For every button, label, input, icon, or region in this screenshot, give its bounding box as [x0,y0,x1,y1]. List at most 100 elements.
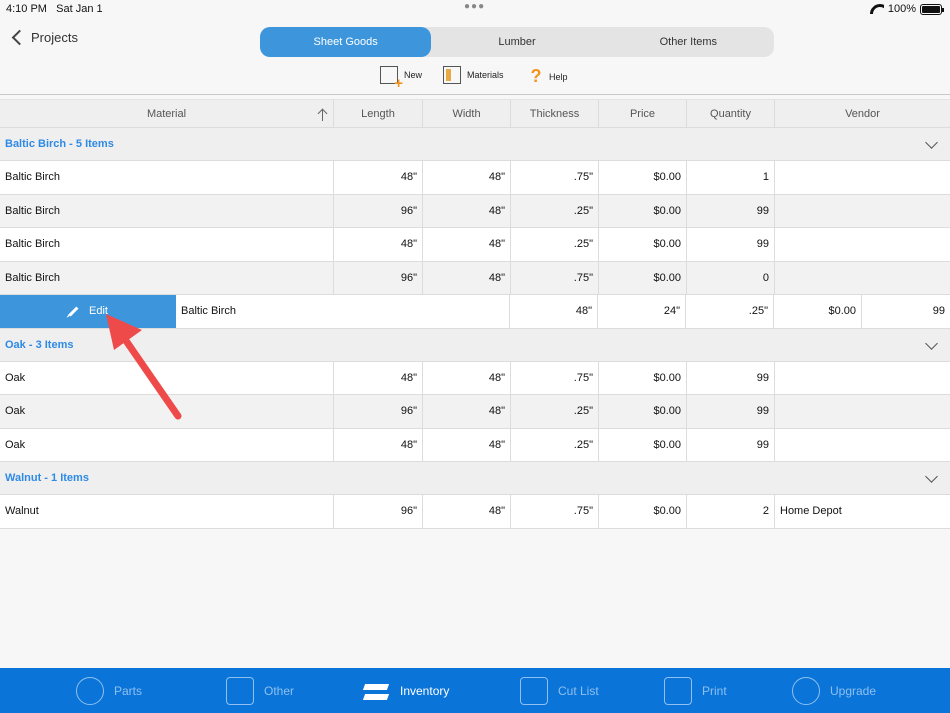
table-row[interactable]: Oak 96" 48" .25" $0.00 99 [0,395,950,429]
tape-measure-icon [76,676,104,705]
cell-length: 96" [334,395,423,428]
chevron-down-icon[interactable] [925,336,938,350]
column-header-material[interactable]: Material [0,100,334,127]
table-header: Material Length Width Thickness Price Qu… [0,99,950,128]
cell-width: 48" [423,395,511,428]
cell-vendor [775,262,950,295]
cut-list-icon [520,676,548,705]
cell-width: 48" [423,261,511,294]
bottom-tab-bar: Parts Other Inventory Cut List Print Upg… [0,668,950,713]
cell-thickness: .75" [511,261,599,294]
column-header-width[interactable]: Width [423,100,511,127]
chevron-down-icon[interactable] [925,136,938,149]
column-header-thickness[interactable]: Thickness [511,100,599,127]
cell-thickness: .25" [511,228,599,261]
back-button[interactable]: Projects [10,29,78,46]
tab-other[interactable]: Other [226,668,294,713]
cell-material: Oak [0,428,334,461]
cell-material: Baltic Birch [0,261,334,294]
table-row[interactable]: Baltic Birch 48" 48" .25" $0.00 99 [0,228,950,262]
tab-other-items[interactable]: Other Items [603,27,774,57]
column-header-vendor[interactable]: Vendor [775,100,950,127]
cell-price: $0.00 [599,261,687,294]
cell-length: 48" [334,428,423,461]
table-row[interactable]: Oak 48" 48" .25" $0.00 99 [0,428,950,462]
column-header-length[interactable]: Length [334,100,423,127]
cell-length: 48" [334,161,423,194]
table-row[interactable]: Baltic Birch 96" 48" .25" $0.00 99 [0,194,950,228]
materials-icon [443,66,461,84]
cell-price: $0.00 [599,428,687,461]
cell-material: Oak [0,395,334,428]
upgrade-arrow-icon [792,676,820,705]
chevron-left-icon [11,29,28,46]
group-header-walnut[interactable]: Walnut - 1 Items [0,462,950,495]
cell-quantity: 99 [687,194,775,227]
materials-button[interactable]: Materials [443,66,504,84]
cell-vendor [775,161,950,194]
cell-vendor [775,395,950,428]
tab-parts[interactable]: Parts [76,668,142,713]
inventory-table: Material Length Width Thickness Price Qu… [0,99,950,529]
cell-thickness: .75" [511,495,599,528]
cell-length: 48" [510,295,598,328]
cell-vendor [775,195,950,228]
table-row-swiped[interactable]: Edit Baltic Birch 48" 24" .25" $0.00 99 [0,295,950,329]
cell-price: $0.00 [599,161,687,194]
battery-percent: 100% [887,3,916,15]
column-header-quantity[interactable]: Quantity [687,100,775,127]
tab-print[interactable]: Print [664,668,727,713]
tab-inventory[interactable]: Inventory [362,668,449,713]
chevron-down-icon[interactable] [925,470,938,483]
tab-sheet-goods[interactable]: Sheet Goods [260,27,432,57]
cell-thickness: .25" [511,395,599,428]
multitask-dots[interactable]: ●●● [464,1,485,12]
cell-price: $0.00 [774,295,862,328]
cell-material: Oak [0,361,334,394]
category-segmented-control[interactable]: Sheet Goods Lumber Other Items [260,27,774,57]
group-header-baltic-birch[interactable]: Baltic Birch - 5 Items [0,128,950,161]
tab-cut-list[interactable]: Cut List [520,668,599,713]
cell-width: 48" [423,161,511,194]
help-icon: ? [530,66,542,86]
cell-width: 48" [423,361,511,394]
sort-ascending-icon[interactable] [318,108,328,121]
toolbar: New Materials ? Help [0,66,950,92]
cell-vendor: Home Depot [780,505,842,518]
cell-material: Baltic Birch [0,194,334,227]
table-row[interactable]: Baltic Birch 96" 48" .75" $0.00 0 [0,261,950,295]
edit-button[interactable]: Edit [0,295,176,328]
cell-quantity: 99 [932,305,945,318]
cell-thickness: .25" [686,295,774,328]
cell-width: 24" [598,295,686,328]
new-button[interactable]: New [380,66,422,92]
cell-material: Baltic Birch [176,295,510,328]
cell-vendor [775,228,950,261]
cell-quantity: 99 [687,228,775,261]
cell-material: Baltic Birch [0,161,334,194]
new-item-icon [380,66,403,92]
column-header-price[interactable]: Price [599,100,687,127]
cell-width: 48" [423,228,511,261]
layers-icon [362,677,390,705]
cell-quantity: 99 [687,361,775,394]
cell-quantity: 0 [687,261,775,294]
cell-length: 96" [334,261,423,294]
print-icon [664,676,692,705]
cell-quantity: 2 [687,495,775,528]
cell-price: $0.00 [599,194,687,227]
divider [0,94,950,95]
table-row[interactable]: Oak 48" 48" .75" $0.00 99 [0,361,950,395]
group-header-oak[interactable]: Oak - 3 Items [0,328,950,362]
cell-price: $0.00 [599,495,687,528]
cell-width: 48" [423,495,511,528]
table-row[interactable]: Walnut 96" 48" .75" $0.00 2 Home Depot [0,495,950,529]
cell-length: 48" [334,361,423,394]
help-button[interactable]: ? Help [529,66,568,87]
tab-lumber[interactable]: Lumber [431,27,602,57]
tab-upgrade[interactable]: Upgrade [792,668,876,713]
table-row[interactable]: Baltic Birch 48" 48" .75" $0.00 1 [0,161,950,195]
cell-quantity: 99 [687,395,775,428]
pencil-icon [68,306,79,317]
cell-thickness: .25" [511,428,599,461]
